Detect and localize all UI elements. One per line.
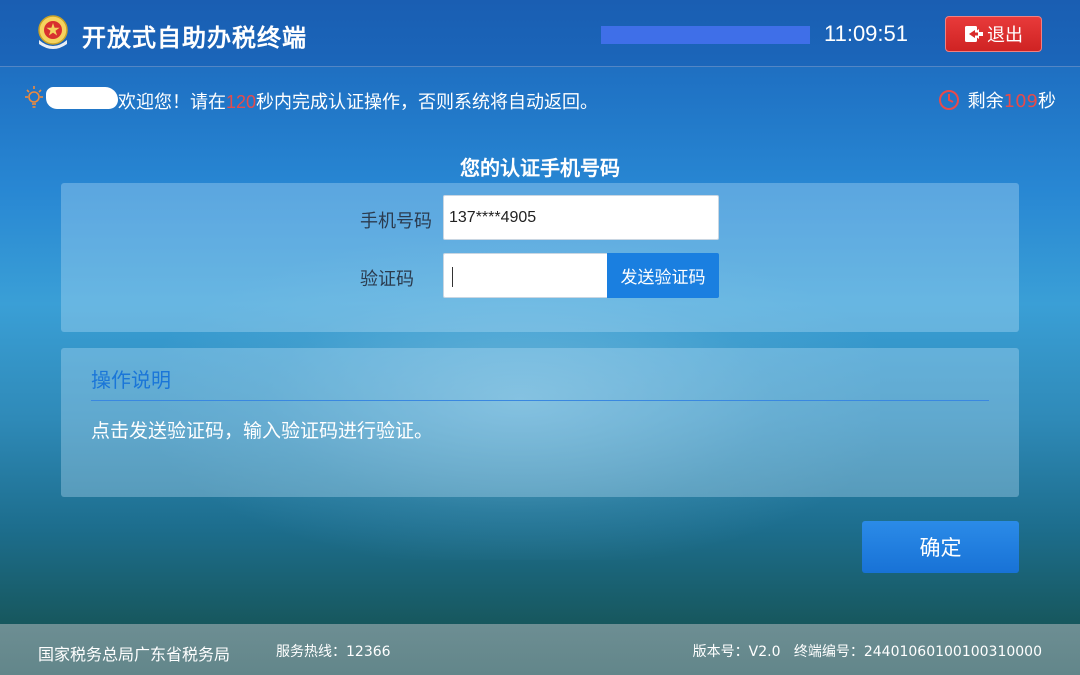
countdown-timer: 剩余109秒	[938, 87, 1056, 113]
notice-bar: 欢迎您！请在120秒内完成认证操作，否则系统将自动返回。 剩余109秒	[0, 80, 1080, 116]
verification-code-label: 验证码	[360, 269, 414, 290]
instructions-title: 操作说明	[91, 368, 171, 392]
lightbulb-icon	[25, 86, 43, 108]
tax-emblem-icon	[38, 15, 68, 49]
exit-button[interactable]: 退出	[945, 16, 1042, 52]
footer-hotline: 服务热线：12366	[276, 644, 391, 660]
welcome-suffix: 秒内完成认证操作，否则系统将自动返回。	[256, 92, 599, 112]
clock-icon	[938, 90, 959, 110]
remaining-prefix: 剩余	[967, 91, 1004, 112]
phone-label: 手机号码	[360, 211, 432, 232]
remaining-seconds: 109	[1003, 91, 1038, 112]
app-title: 开放式自助办税终端	[82, 24, 307, 52]
redacted-user-name	[46, 87, 118, 109]
footer-organization: 国家税务总局广东省税务局	[38, 645, 231, 664]
session-progress-fill	[601, 26, 810, 44]
session-progress-bar	[601, 26, 810, 44]
time-limit-seconds: 120	[226, 92, 257, 112]
instructions-panel: 操作说明 点击发送验证码，输入验证码进行验证。	[61, 348, 1019, 497]
text-caret	[452, 267, 453, 287]
instructions-text: 点击发送验证码，输入验证码进行验证。	[91, 420, 434, 442]
clock-time: 11:09:51	[824, 21, 909, 46]
footer-version-info: 版本号：V2.0 终端编号：24401060100100310000	[693, 641, 1042, 661]
terminal-number: 终端编号：24401060100100310000	[793, 644, 1042, 660]
verification-code-input[interactable]	[443, 253, 607, 298]
version-number: 版本号：V2.0	[692, 644, 781, 660]
logout-icon	[965, 26, 983, 42]
send-code-button[interactable]: 发送验证码	[607, 253, 719, 298]
footer: 国家税务总局广东省税务局 服务热线：12366 版本号：V2.0 终端编号：24…	[0, 624, 1080, 675]
header: 开放式自助办税终端 11:09:51 退出	[0, 0, 1080, 67]
confirm-button[interactable]: 确定	[862, 521, 1019, 573]
welcome-message: 欢迎您！请在120秒内完成认证操作，否则系统将自动返回。	[118, 88, 598, 114]
exit-label: 退出	[987, 25, 1023, 46]
phone-number-field[interactable]: 137****4905	[443, 195, 719, 240]
welcome-prefix: 欢迎您！请在	[118, 92, 226, 112]
instructions-divider	[91, 400, 989, 401]
section-title: 您的认证手机号码	[460, 156, 620, 180]
remaining-suffix: 秒	[1038, 91, 1056, 112]
